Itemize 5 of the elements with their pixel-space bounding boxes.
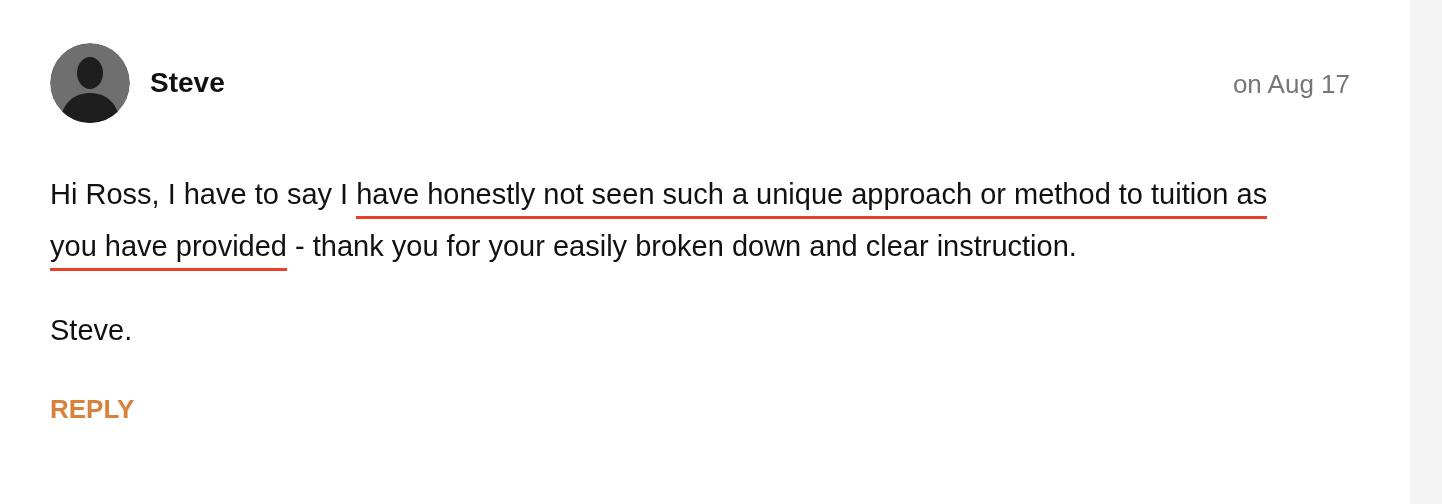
reply-link[interactable]: REPLY (50, 394, 135, 425)
comment-date: on Aug 17 (1232, 69, 1350, 100)
author-name: Steve (150, 67, 225, 99)
avatar-icon (50, 43, 130, 123)
comment-signoff: Steve. (50, 313, 134, 348)
